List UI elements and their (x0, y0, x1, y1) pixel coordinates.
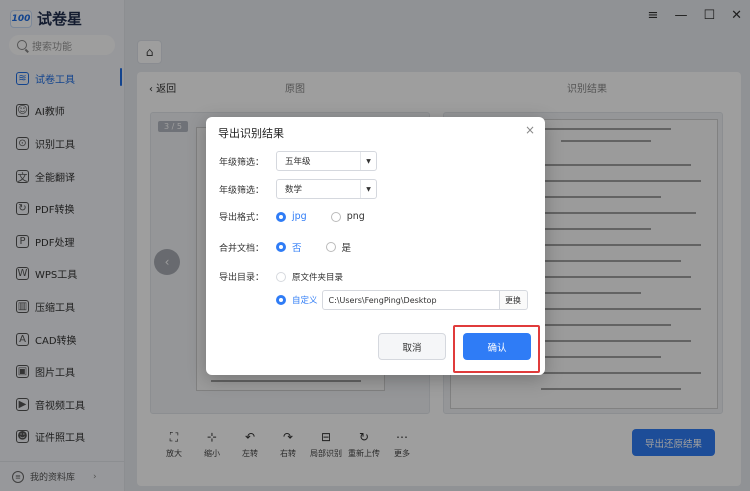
dialog-title: 导出识别结果 (218, 127, 284, 140)
format-jpg-radio[interactable]: jpg (276, 211, 307, 222)
radio-unchecked-icon (330, 211, 341, 222)
dir-path-field[interactable]: C:\Users\FengPing\Desktop (321, 290, 500, 310)
grade-select-value: 五年级 (285, 157, 311, 167)
radio-checked-icon (276, 295, 286, 305)
merge-document-row: 合并文档： 否 是 (219, 240, 375, 254)
merge-no-radio[interactable]: 否 (276, 240, 302, 254)
change-dir-button[interactable]: 更换 (499, 290, 528, 310)
merge-no-label: 否 (292, 243, 302, 254)
close-icon[interactable]: × (525, 123, 535, 137)
subject-filter-label: 年级筛选： (219, 185, 265, 196)
radio-unchecked-icon (325, 242, 336, 252)
merge-yes-label: 是 (341, 243, 352, 254)
format-jpg-label: jpg (292, 211, 307, 222)
format-png-radio[interactable]: png (330, 211, 365, 222)
dropdown-arrow-icon: ▼ (360, 180, 376, 198)
format-png-label: png (346, 211, 365, 222)
export-format-row: 导出格式： jpg png (219, 210, 389, 223)
radio-unchecked-icon (276, 271, 286, 282)
dir-custom-radio[interactable]: 自定义 (276, 294, 318, 306)
dir-original-radio[interactable]: 原文件夹目录 (276, 271, 343, 283)
merge-document-label: 合并文档： (219, 243, 265, 254)
confirm-highlight-box (453, 325, 540, 373)
export-format-label: 导出格式： (219, 213, 265, 223)
dir-original-label: 原文件夹目录 (292, 272, 344, 283)
subject-filter-row: 年级筛选： 数学 ▼ (219, 179, 377, 199)
grade-filter-row: 年级筛选： 五年级 ▼ (219, 151, 377, 171)
cancel-button[interactable]: 取消 (378, 333, 446, 360)
dir-custom-label: 自定义 (292, 296, 318, 306)
export-dir-label: 导出目录： (219, 273, 265, 283)
dropdown-arrow-icon: ▼ (360, 152, 376, 170)
export-dir-row: 导出目录： 原文件夹目录 (219, 270, 367, 283)
grade-filter-label: 年级筛选： (219, 157, 265, 168)
custom-dir-row: 自定义 C:\Users\FengPing\Desktop 更换 (276, 290, 528, 310)
grade-select[interactable]: 五年级 ▼ (276, 151, 377, 171)
subject-select[interactable]: 数学 ▼ (276, 179, 377, 199)
radio-checked-icon (276, 211, 286, 222)
merge-yes-radio[interactable]: 是 (325, 240, 352, 254)
subject-select-value: 数学 (285, 185, 303, 195)
radio-checked-icon (276, 242, 286, 252)
